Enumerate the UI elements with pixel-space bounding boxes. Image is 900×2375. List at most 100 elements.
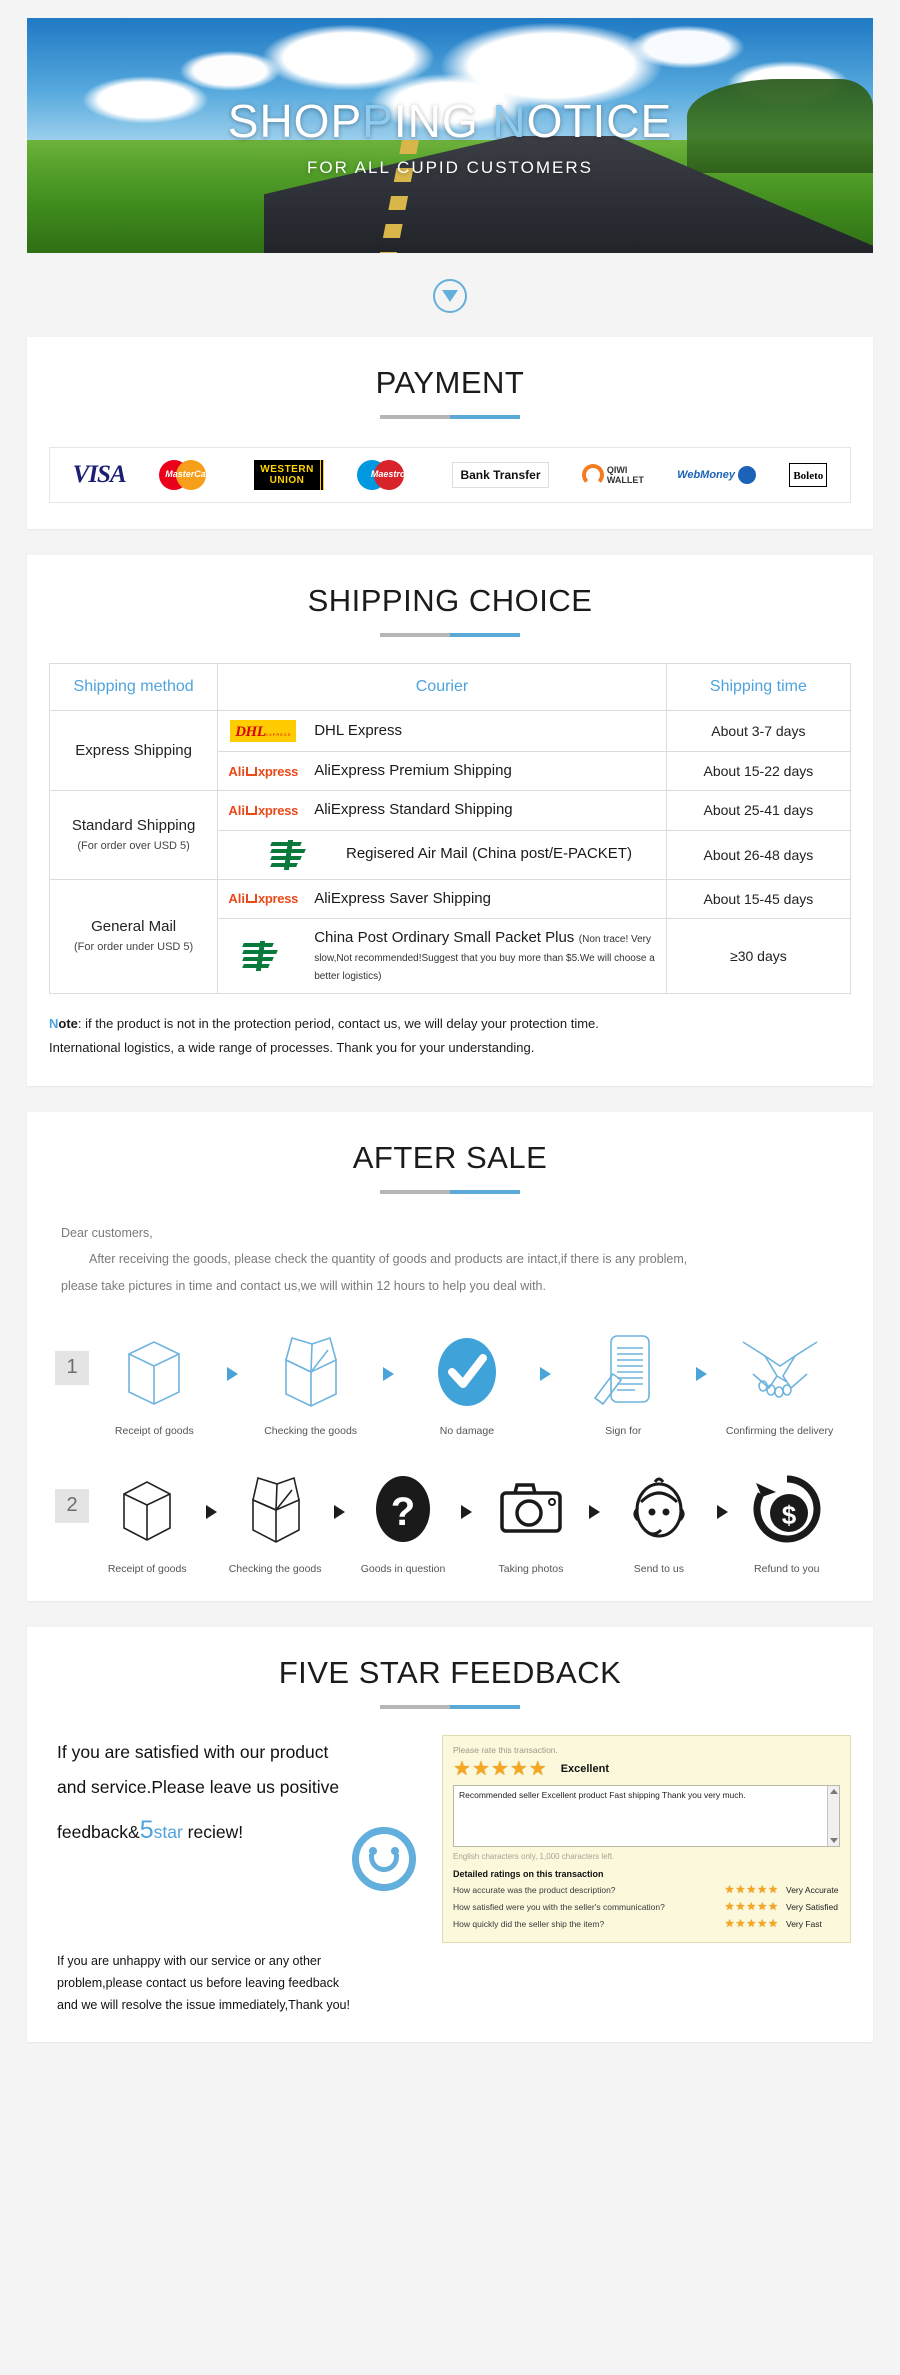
shipping-note-line2: International logistics, a wide range of… bbox=[49, 1040, 535, 1056]
detail-rating-row: How satisfied were you with the seller's… bbox=[453, 1901, 840, 1913]
feedback-form-panel: Please rate this transaction. ★ ★ ★ ★ ★ Exce… bbox=[442, 1734, 851, 1943]
banner-text-block: SHOPPING NOTICE FOR ALL CUPID CUSTOMERS bbox=[27, 18, 873, 253]
flow-arrow-icon bbox=[333, 1504, 345, 1519]
webmoney-label: WebMoney bbox=[677, 469, 736, 481]
flow-item-label: Taking photos bbox=[498, 1562, 564, 1575]
mastercard-icon: MasterCard bbox=[158, 458, 221, 492]
banner-title-highlight-p: P bbox=[362, 94, 394, 147]
courier-name: AliExpress Standard Shipping bbox=[314, 801, 513, 819]
courier-name: AliExpress Premium Shipping bbox=[314, 762, 512, 779]
svg-text:$: $ bbox=[782, 1500, 797, 1530]
western-union-icon: WESTERN UNION bbox=[254, 460, 324, 490]
after-sale-greeting: Dear customers, bbox=[61, 1226, 153, 1241]
flow-item: $ Refund to you bbox=[729, 1467, 845, 1575]
handshake-icon bbox=[739, 1329, 821, 1415]
cell-time: About 3-7 days bbox=[665, 710, 852, 752]
scroll-down-button[interactable] bbox=[433, 279, 467, 313]
comment-text: Recommended seller Excellent product Fas… bbox=[459, 1789, 746, 1800]
payment-logo-webmoney[interactable]: WebMoney bbox=[677, 458, 757, 492]
cell-courier-small-packet: China Post Ordinary Small Packet Plus (N… bbox=[217, 917, 667, 995]
flow-arrow-icon bbox=[226, 1366, 238, 1381]
cell-time: About 26-48 days bbox=[665, 829, 852, 880]
banner-title-highlight-n: N bbox=[492, 94, 527, 147]
flow-item: Checking the goods bbox=[253, 1329, 369, 1437]
method-sub: (For order over USD 5) bbox=[77, 839, 190, 852]
detail-stars[interactable]: ★ ★ ★ ★ ★ bbox=[706, 1901, 778, 1913]
payment-logo-mastercard[interactable]: MasterCard bbox=[158, 458, 221, 492]
cell-courier-ali-saver: Ali xpress AliExpress Saver Shipping bbox=[217, 878, 667, 919]
feedback-content: If you are satisfied with our product an… bbox=[49, 1734, 851, 2017]
document-sign-icon bbox=[587, 1329, 659, 1415]
aliexpress-icon: Ali xpress bbox=[228, 891, 299, 907]
detail-question: How satisfied were you with the seller's… bbox=[453, 1902, 665, 1913]
flow-items-2: Receipt of goods Checking the goods ? Go… bbox=[89, 1467, 845, 1575]
cell-courier-ali-standard: Ali xpress AliExpress Standard Shipping bbox=[217, 790, 667, 831]
banner-title-part2: ING bbox=[393, 94, 493, 147]
detail-value: Very Satisfied bbox=[786, 1902, 838, 1913]
method-name: Express Shipping bbox=[75, 741, 192, 759]
shopping-notice-page: SHOPPING NOTICE FOR ALL CUPID CUSTOMERS … bbox=[0, 18, 900, 2098]
courier-name: AliExpress Saver Shipping bbox=[314, 889, 491, 907]
after-sale-title: AFTER SALE bbox=[352, 1140, 548, 1176]
comment-scrollbar[interactable] bbox=[827, 1785, 839, 1846]
open-box-icon bbox=[272, 1329, 350, 1415]
payment-card: PAYMENT VISA MasterCard WESTERN UNION Ma… bbox=[27, 337, 873, 529]
comment-char-hint: English characters only, 1,000 character… bbox=[453, 1851, 615, 1861]
after-sale-card: AFTER SALE Dear customers, After receivi… bbox=[27, 1112, 873, 1601]
flow-arrow-icon bbox=[205, 1504, 217, 1519]
flow-item: Confirming the delivery bbox=[722, 1329, 838, 1437]
table-row: Standard Shipping (For order over USD 5)… bbox=[48, 790, 852, 880]
detail-stars[interactable]: ★ ★ ★ ★ ★ bbox=[706, 1884, 778, 1896]
banner-title: SHOPPING NOTICE bbox=[228, 94, 672, 148]
courier-name-line2: (China post/E-PACKET) bbox=[472, 845, 632, 863]
payment-logo-maestro[interactable]: Maestro bbox=[357, 458, 419, 492]
payment-logo-qiwi[interactable]: QIWI WALLET bbox=[581, 458, 644, 492]
method-name: Standard Shipping bbox=[71, 817, 196, 835]
payment-logo-visa[interactable]: VISA bbox=[73, 458, 127, 492]
cell-method-general: General Mail (For order under USD 5) bbox=[48, 878, 219, 994]
feedback-footnote: If you are unhappy with our service or a… bbox=[57, 1951, 424, 2017]
overall-rating-stars[interactable]: ★ ★ ★ ★ ★ bbox=[453, 1759, 547, 1779]
feedback-headline-line1: If you are satisfied with our product bbox=[57, 1741, 329, 1762]
note-ote: ote bbox=[58, 1016, 78, 1031]
feedback-footnote-line1: If you are unhappy with our service or a… bbox=[57, 1953, 322, 1968]
after-sale-text: Dear customers, After receiving the good… bbox=[49, 1220, 851, 1299]
header-courier: Courier bbox=[217, 663, 667, 711]
feedback-line3-b: reciew! bbox=[182, 1821, 244, 1842]
box-icon bbox=[119, 1329, 189, 1415]
after-sale-paragraph2: please take pictures in time and contact… bbox=[61, 1278, 546, 1293]
western-union-line2: UNION bbox=[269, 475, 305, 486]
western-union-line1: WESTERN bbox=[260, 464, 314, 475]
flow-arrow-icon bbox=[461, 1504, 473, 1519]
qiwi-icon: QIWI WALLET bbox=[581, 464, 644, 486]
feedback-footnote-line2: problem,please contact us before leaving… bbox=[57, 1975, 340, 1990]
method-sub: (For order under USD 5) bbox=[73, 941, 194, 954]
shipping-table: Shipping method Courier Shipping time Ex… bbox=[48, 663, 852, 995]
box-icon bbox=[114, 1467, 180, 1553]
flow-item: Receipt of goods bbox=[89, 1467, 205, 1575]
header-shipping-time: Shipping time bbox=[665, 663, 852, 711]
shipping-card: SHIPPING CHOICE Shipping method Courier … bbox=[27, 555, 873, 1087]
flow-items-1: Receipt of goods Checking the goods No d… bbox=[89, 1329, 845, 1437]
payment-logo-bank-transfer[interactable]: Bank Transfer bbox=[452, 458, 549, 492]
step-badge-2: 2 bbox=[55, 1488, 89, 1523]
table-row: General Mail (For order under USD 5) Ali… bbox=[48, 878, 852, 994]
refund-dollar-icon: $ bbox=[752, 1467, 822, 1553]
shipping-note: Note: if the product is not in the prote… bbox=[49, 1012, 851, 1060]
method-name: General Mail bbox=[91, 918, 177, 936]
feedback-star-word: star bbox=[153, 1821, 183, 1842]
detail-value: Very Accurate bbox=[786, 1885, 839, 1896]
flow-item-label: Receipt of goods bbox=[107, 1562, 187, 1575]
note-n-letter: N bbox=[49, 1016, 59, 1031]
detail-stars[interactable]: ★ ★ ★ ★ ★ bbox=[706, 1918, 778, 1930]
aliexpress-icon: Ali xpress bbox=[228, 802, 299, 818]
flow-arrow-icon bbox=[539, 1366, 551, 1381]
payment-logo-western-union[interactable]: WESTERN UNION bbox=[254, 458, 324, 492]
shipping-note-line1: Note: if the product is not in the prote… bbox=[49, 1012, 851, 1036]
payment-logo-boleto[interactable]: Boleto bbox=[789, 458, 828, 492]
boleto-icon: Boleto bbox=[789, 463, 828, 487]
scroll-down-area bbox=[0, 253, 900, 337]
comment-textarea[interactable]: Recommended seller Excellent product Fas… bbox=[453, 1784, 840, 1847]
feedback-left-column: If you are satisfied with our product an… bbox=[49, 1735, 424, 2017]
flow-item: No damage bbox=[409, 1329, 525, 1437]
